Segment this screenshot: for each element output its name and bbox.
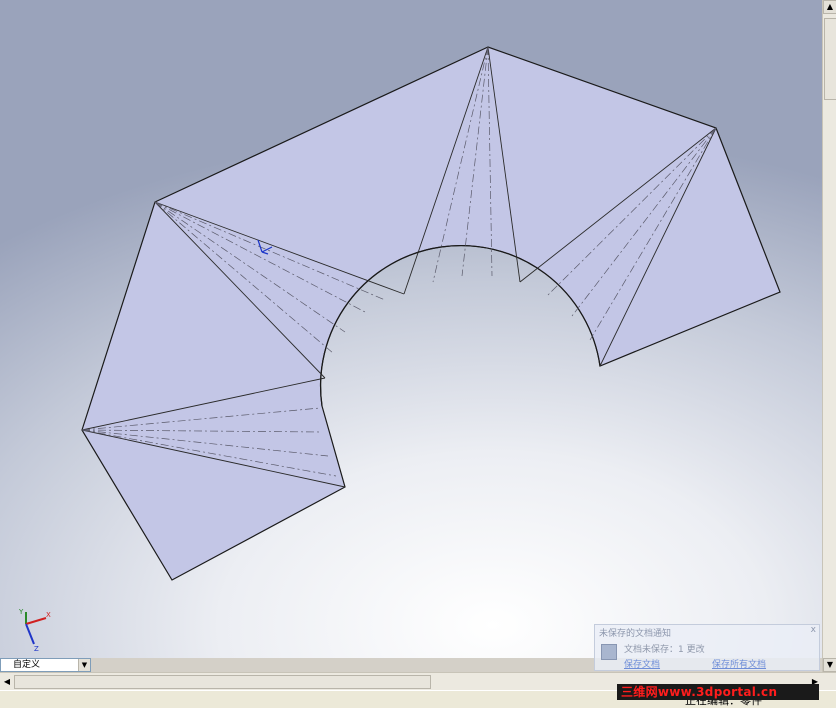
triad-z-label: Z xyxy=(34,645,39,653)
notification-title: 未保存的文档通知 xyxy=(599,629,672,639)
save-disk-icon xyxy=(601,644,617,660)
close-icon[interactable]: x xyxy=(811,625,816,635)
graphics-viewport[interactable] xyxy=(0,0,822,658)
notification-message: 文档未保存：1 更改 xyxy=(624,645,705,655)
axis-triad-icon: Y X Z xyxy=(18,608,51,653)
part-face[interactable] xyxy=(81,46,781,581)
sheet-metal-part[interactable] xyxy=(0,0,822,658)
watermark-text: 三维网www.3dportal.cn xyxy=(621,685,778,699)
watermark: 三维网www.3dportal.cn xyxy=(617,684,819,700)
vertical-scrollbar[interactable]: ▲ ▼ xyxy=(822,0,836,672)
view-orientation-select[interactable]: 自定义 ▼ xyxy=(0,658,91,672)
scroll-up-button[interactable]: ▲ xyxy=(823,0,836,14)
scroll-down-button[interactable]: ▼ xyxy=(823,658,836,672)
triad-y-label: Y xyxy=(18,608,24,616)
save-document-link[interactable]: 保存文档 xyxy=(624,657,660,670)
vertical-scroll-thumb[interactable] xyxy=(824,18,836,100)
horizontal-scroll-thumb[interactable] xyxy=(14,675,431,689)
scroll-left-button[interactable]: ◀ xyxy=(0,675,14,689)
save-all-documents-link[interactable]: 保存所有文档 xyxy=(712,657,766,670)
triad-x-label: X xyxy=(46,611,51,619)
unsaved-document-notification[interactable]: 未保存的文档通知 x 文档未保存：1 更改 保存文档 保存所有文档 xyxy=(594,624,820,671)
view-orientation-value: 自定义 xyxy=(13,660,41,670)
chevron-down-icon[interactable]: ▼ xyxy=(78,659,90,671)
